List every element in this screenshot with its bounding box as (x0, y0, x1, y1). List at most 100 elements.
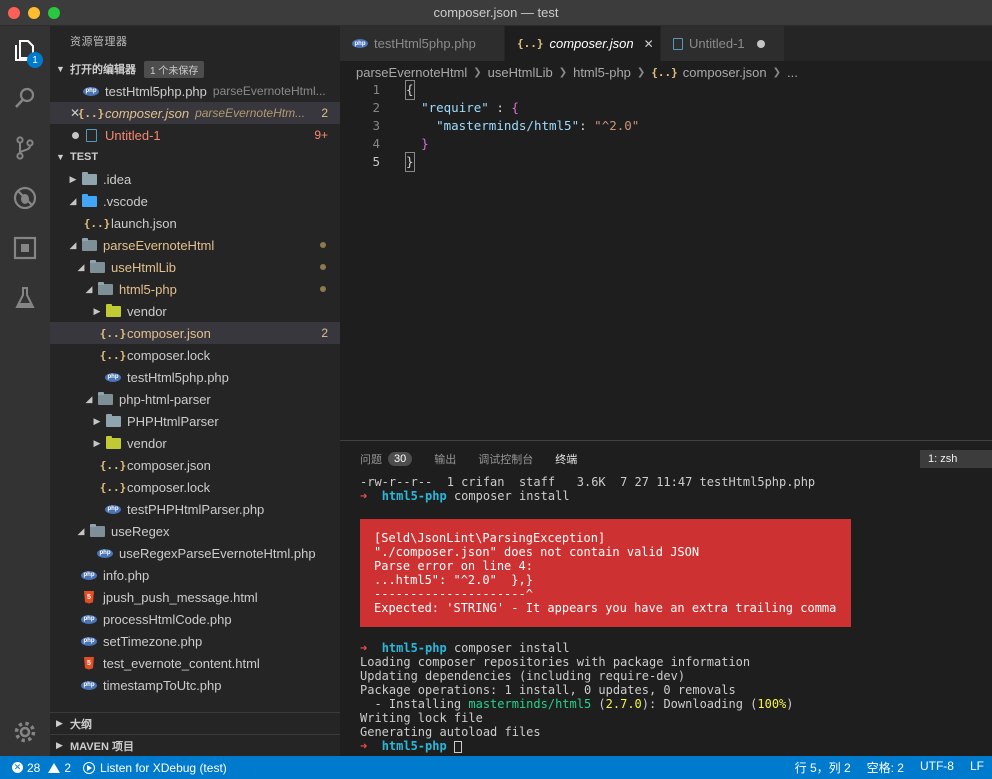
json-file-icon: {..} (517, 37, 544, 50)
tree-folder[interactable]: ▶ .idea (50, 168, 340, 190)
cursor-position[interactable]: 行 5，列 2 (795, 759, 851, 776)
tree-file[interactable]: {..} composer.lock (50, 344, 340, 366)
terminal-line: ➜ html5-php (360, 739, 990, 753)
tab-output[interactable]: 输出 (434, 451, 456, 467)
problem-count: 9+ (314, 128, 328, 142)
problem-count: 2 (321, 326, 328, 340)
tree-folder[interactable]: ◢ html5-php (50, 278, 340, 300)
tree-file[interactable]: {..} composer.json 2 (50, 322, 340, 344)
chevron-down-icon: ◢ (85, 393, 93, 404)
minimize-window-button[interactable] (28, 7, 40, 19)
terminal-shell-select[interactable]: 1: zsh (920, 450, 992, 468)
debug-activity[interactable] (0, 174, 50, 222)
editor-tabs: php testHtml5php.php {..} composer.json … (340, 26, 992, 61)
tree-file[interactable]: php timestampToUtc.php (50, 674, 340, 696)
html-file-icon: 5 (84, 590, 94, 604)
tab-debug-console[interactable]: 调试控制台 (478, 451, 533, 467)
folder-icon (105, 413, 121, 427)
chevron-right-icon: ❯ (772, 66, 782, 78)
code-line: 4 } (372, 136, 429, 151)
tree-file[interactable]: php useRegexParseEvernoteHtml.php (50, 542, 340, 564)
outline-header[interactable]: ▶ 大纲 (50, 712, 340, 734)
open-editor-item[interactable]: php testHtml5php.php parseEvernoteHtml..… (50, 80, 340, 102)
search-activity[interactable] (0, 74, 50, 122)
json-file-icon: {..} (77, 106, 105, 120)
tree-file[interactable]: php testPHPHtmlParser.php (50, 498, 340, 520)
tree-file[interactable]: php setTimezone.php (50, 630, 340, 652)
tree-folder[interactable]: ◢ .vscode (50, 190, 340, 212)
tree-file[interactable]: 5 jpush_push_message.html (50, 586, 340, 608)
code-editor[interactable]: 1 { 2 "require" : { 3 "masterminds/html5… (340, 80, 992, 439)
terminal-output[interactable]: -rw-r--r-- 1 crifan staff 3.6K 7 27 11:4… (360, 475, 990, 753)
extensions-icon (13, 236, 37, 260)
source-control-activity[interactable] (0, 124, 50, 172)
indentation[interactable]: 空格: 2 (867, 759, 904, 776)
chevron-down-icon: ◢ (85, 283, 93, 294)
json-file-icon: {..} (99, 458, 127, 472)
tree-file[interactable]: php testHtml5php.php (50, 366, 340, 388)
tab-problems[interactable]: 问题 30 (360, 451, 413, 467)
tab-composer-json[interactable]: {..} composer.json ✕ (505, 26, 661, 61)
tab-untitled-1[interactable]: Untitled-1 (661, 26, 785, 61)
maximize-window-button[interactable] (48, 7, 60, 19)
breadcrumb-item[interactable]: html5-php (573, 65, 631, 80)
close-window-button[interactable] (8, 7, 20, 19)
tree-file[interactable]: {..} composer.lock (50, 476, 340, 498)
vscode-folder-icon (81, 193, 97, 207)
tree-file[interactable]: 5 test_evernote_content.html (50, 652, 340, 674)
code-line: 2 "require" : { (372, 100, 519, 115)
settings-activity[interactable] (0, 708, 50, 756)
php-file-icon: php (105, 504, 121, 514)
maven-header[interactable]: ▶ MAVEN 项目 (50, 734, 340, 756)
chevron-right-icon: ▶ (93, 437, 101, 448)
chevron-right-icon: ❯ (558, 66, 568, 78)
explorer-activity[interactable]: 1 (0, 26, 50, 74)
debug-icon (13, 186, 37, 210)
error-icon: ✕ (12, 762, 23, 773)
explorer-sidebar: 资源管理器 ▼ 打开的编辑器 1 个未保存 php testHtml5php.p… (50, 26, 340, 756)
test-activity[interactable] (0, 274, 50, 322)
end-of-line[interactable]: LF (970, 759, 984, 776)
sidebar-title: 资源管理器 (70, 36, 128, 48)
extensions-activity[interactable] (0, 224, 50, 272)
problems-status[interactable]: ✕ 28 2 (12, 761, 71, 775)
breadcrumb-item[interactable]: composer.json (683, 65, 767, 80)
debug-config-status[interactable]: Listen for XDebug (test) (83, 761, 227, 775)
encoding[interactable]: UTF-8 (920, 759, 954, 776)
tab-testhtml5php[interactable]: php testHtml5php.php (340, 26, 505, 61)
chevron-down-icon: ◢ (77, 261, 85, 272)
tree-file[interactable]: {..} launch.json (50, 212, 340, 234)
breadcrumb-item[interactable]: ... (787, 65, 798, 80)
close-icon[interactable]: ✕ (70, 106, 80, 120)
workspace-header[interactable]: ▼ TEST (50, 146, 340, 168)
tree-folder[interactable]: ◢ useRegex (50, 520, 340, 542)
prompt-arrow-icon: ➜ (360, 739, 382, 753)
tree-folder[interactable]: ▶ PHPHtmlParser (50, 410, 340, 432)
tree-file[interactable]: php info.php (50, 564, 340, 586)
open-editors-header[interactable]: ▼ 打开的编辑器 1 个未保存 (50, 58, 340, 80)
tree-file[interactable]: {..} composer.json (50, 454, 340, 476)
breadcrumb-item[interactable]: parseEvernoteHtml (356, 65, 467, 80)
open-editor-item[interactable]: Untitled-1 9+ (50, 124, 340, 146)
status-bar: ✕ 28 2 Listen for XDebug (test) 行 5，列 2 … (0, 756, 992, 779)
breadcrumb-item[interactable]: useHtmlLib (488, 65, 553, 80)
folder-open-icon (81, 237, 97, 251)
unsaved-dot-icon[interactable] (756, 39, 765, 48)
close-icon[interactable]: ✕ (644, 37, 654, 51)
tab-terminal[interactable]: 终端 (555, 451, 577, 467)
html-file-icon: 5 (84, 656, 94, 670)
tree-folder[interactable]: ◢ useHtmlLib (50, 256, 340, 278)
json-file-icon: {..} (83, 216, 111, 230)
tree-folder[interactable]: ▶ vendor (50, 300, 340, 322)
tree-folder[interactable]: ◢ parseEvernoteHtml (50, 234, 340, 256)
bottom-panel: 问题 30 输出 调试控制台 终端 1: zsh -rw-r--r-- 1 cr… (340, 440, 992, 756)
open-editor-item[interactable]: ✕ {..} composer.json parseEvernoteHtm...… (50, 102, 340, 124)
problem-count: 2 (321, 106, 328, 120)
code-line: 1 { (372, 80, 415, 100)
tree-folder[interactable]: ◢ php-html-parser (50, 388, 340, 410)
error-block: [Seld\JsonLint\ParsingException] "./comp… (360, 519, 851, 627)
tree-file[interactable]: php processHtmlCode.php (50, 608, 340, 630)
tree-folder[interactable]: ▶ vendor (50, 432, 340, 454)
folder-icon (81, 171, 97, 185)
chevron-down-icon: ◢ (69, 239, 77, 250)
